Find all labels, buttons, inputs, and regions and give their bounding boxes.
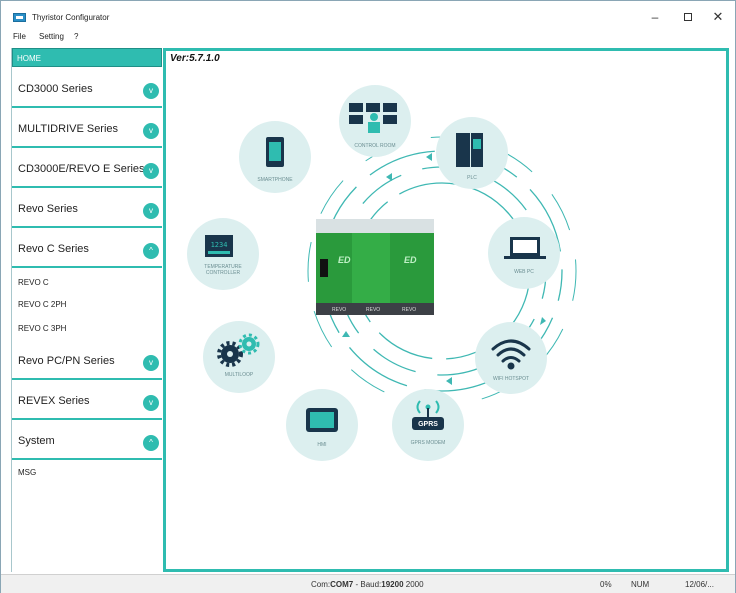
node-label: CONTROLLER	[206, 270, 241, 276]
device-module-3	[390, 219, 434, 315]
connectivity-diagram: ED ED REVO REVO REVO CONTROL ROOM PLC WE…	[187, 85, 577, 461]
status-bar: Com:COM7 - Baud:19200 2000 0% NUM 12/06/…	[1, 574, 735, 593]
status-baud-prefix: - Baud:	[353, 580, 382, 589]
arrow-icon	[426, 153, 432, 161]
minimize-button[interactable]: –	[645, 9, 665, 25]
status-percent: 0%	[600, 580, 612, 589]
device-label: REVO	[402, 307, 416, 313]
node-label: HMI	[317, 442, 326, 448]
status-connection: Com:COM7 - Baud:19200 2000	[311, 580, 424, 589]
node-control-room[interactable]: CONTROL ROOM	[339, 85, 411, 157]
status-com-port: COM7	[330, 580, 354, 589]
node-web-pc[interactable]: WEB PC	[488, 217, 560, 289]
menu-file[interactable]: File	[13, 32, 26, 41]
node-wifi-hotspot[interactable]: WIFI HOTSPOT	[475, 322, 547, 394]
sidebar-item-label: System	[18, 435, 55, 447]
status-num: NUM	[631, 580, 650, 589]
node-label: PLC	[467, 175, 477, 181]
node-label: MULTILOOP	[225, 372, 254, 378]
node-hmi[interactable]: HMI	[286, 389, 358, 461]
chevron-down-icon[interactable]: v	[143, 355, 159, 371]
sidebar-subitem-revo-c[interactable]: REVO C	[18, 278, 49, 287]
sidebar-item-label: Revo Series	[18, 203, 78, 215]
chevron-down-icon[interactable]: v	[143, 203, 159, 219]
status-date: 12/06/...	[685, 580, 714, 589]
sidebar-item-revo-c[interactable]: Revo C Series ^	[12, 228, 162, 268]
maximize-icon	[684, 13, 692, 21]
sidebar-home-label: HOME	[17, 54, 41, 63]
sidebar-item-label: CD3000 Series	[18, 83, 93, 95]
window-title: Thyristor Configurator	[32, 13, 110, 22]
node-label: WEB PC	[514, 269, 534, 275]
main-content: Ver:5.7.1.0 ED ED REVO REVO REVO CONTROL…	[163, 48, 729, 572]
node-plc[interactable]: PLC	[436, 117, 508, 189]
chevron-up-icon[interactable]: ^	[143, 435, 159, 451]
thyristor-device: ED ED REVO REVO REVO	[316, 219, 434, 315]
device-logo: ED	[338, 255, 351, 265]
plc-icon	[456, 133, 483, 167]
sidebar-home[interactable]: HOME	[12, 48, 162, 67]
chevron-down-icon[interactable]: v	[143, 163, 159, 179]
node-label: GPRS MODEM	[411, 440, 446, 446]
sidebar-item-cd3000[interactable]: CD3000 Series v	[12, 68, 162, 108]
menu-bar: File Setting ?	[1, 30, 735, 44]
sidebar-item-label: REVEX Series	[18, 395, 90, 407]
maximize-button[interactable]	[678, 9, 698, 25]
title-bar: Thyristor Configurator – ✕	[1, 1, 735, 29]
close-button[interactable]: ✕	[708, 9, 728, 25]
device-label: REVO	[366, 307, 380, 313]
arrow-icon	[540, 317, 546, 325]
sidebar-item-system[interactable]: System ^	[12, 420, 162, 460]
chevron-down-icon[interactable]: v	[143, 123, 159, 139]
arrow-icon	[386, 173, 392, 181]
controller-display: 1234	[211, 241, 228, 249]
node-label: WIFI HOTSPOT	[493, 376, 529, 382]
sidebar-item-revo-pc-pn[interactable]: Revo PC/PN Series v	[12, 340, 162, 380]
arrow-icon	[446, 377, 452, 385]
sidebar-item-revo[interactable]: Revo Series v	[12, 188, 162, 228]
node-smartphone[interactable]: SMARTPHONE	[239, 121, 311, 193]
arrow-icon	[342, 331, 350, 337]
gprs-badge: GPRS	[418, 421, 438, 428]
node-temperature-controller[interactable]: 1234 TEMPERATURE CONTROLLER	[187, 218, 259, 290]
device-display	[320, 259, 328, 277]
chevron-down-icon[interactable]: v	[143, 395, 159, 411]
smartphone-icon	[266, 137, 284, 167]
tablet-icon	[306, 408, 338, 432]
app-icon	[13, 13, 26, 22]
app-window: Thyristor Configurator – ✕ File Setting …	[0, 0, 736, 593]
node-label: SMARTPHONE	[257, 177, 293, 183]
chevron-down-icon[interactable]: v	[143, 83, 159, 99]
device-top	[316, 219, 434, 233]
chevron-up-icon[interactable]: ^	[143, 243, 159, 259]
sidebar-item-label: CD3000E/REVO E Series	[18, 163, 145, 175]
sidebar-item-revex[interactable]: REVEX Series v	[12, 380, 162, 420]
status-com-prefix: Com:	[311, 580, 331, 589]
sidebar-item-label: MULTIDRIVE Series	[18, 123, 119, 135]
sidebar-subitem-revo-c-2ph[interactable]: REVO C 2PH	[18, 300, 66, 309]
menu-setting[interactable]: Setting	[39, 32, 64, 41]
device-label: REVO	[332, 307, 346, 313]
sidebar-item-multidrive[interactable]: MULTIDRIVE Series v	[12, 108, 162, 148]
sidebar-item-cd3000e-revo-e[interactable]: CD3000E/REVO E Series v	[12, 148, 162, 188]
status-baud: 19200	[381, 580, 404, 589]
device-module-2	[352, 219, 390, 315]
temperature-controller-icon: 1234	[205, 235, 233, 257]
node-gprs-modem[interactable]: GPRS GPRS MODEM	[392, 389, 464, 461]
device-logo: ED	[404, 255, 417, 265]
sidebar: HOME CD3000 Series v MULTIDRIVE Series v…	[11, 48, 162, 572]
sidebar-item-label: Revo C Series	[18, 243, 89, 255]
menu-help[interactable]: ?	[74, 32, 78, 41]
sidebar-item-label: Revo PC/PN Series	[18, 355, 115, 367]
node-multiloop[interactable]: MULTILOOP	[203, 321, 275, 393]
sidebar-subitem-revo-c-3ph[interactable]: REVO C 3PH	[18, 324, 66, 333]
node-label: CONTROL ROOM	[354, 143, 395, 149]
sidebar-subitem-msg[interactable]: MSG	[18, 468, 36, 477]
status-baud-suffix: 2000	[403, 580, 424, 589]
laptop-icon	[504, 237, 546, 259]
